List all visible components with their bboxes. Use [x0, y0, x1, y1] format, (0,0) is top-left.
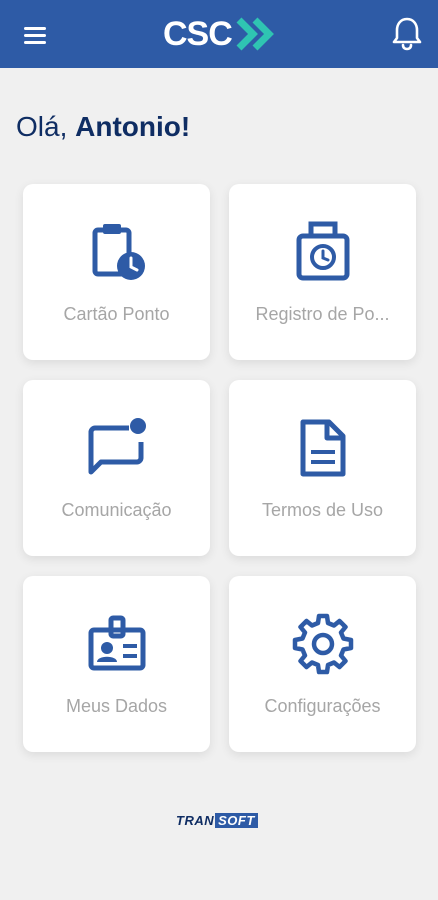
- transoft-logo-part2: SOFT: [215, 812, 258, 828]
- user-name: Antonio!: [75, 111, 191, 142]
- menu-card-termos-de-uso[interactable]: Termos de Uso: [229, 380, 416, 556]
- transoft-logo: TRAN SOFT: [176, 812, 258, 828]
- id-badge-icon: [88, 615, 145, 671]
- greeting-prefix: Olá,: [16, 111, 76, 142]
- menu-card-comunicacao[interactable]: Comunicação: [23, 380, 210, 556]
- menu-card-label: Configurações: [264, 696, 381, 716]
- bell-icon[interactable]: [390, 15, 424, 51]
- clipboard-clock-icon: [92, 224, 145, 280]
- hamburger-menu-icon[interactable]: [18, 22, 52, 48]
- menu-card-label: Meus Dados: [65, 696, 168, 716]
- logo-text: CSC: [163, 15, 233, 53]
- menu-card-label: Registro de Po...: [255, 304, 390, 324]
- time-clock-icon: [296, 221, 349, 281]
- message-notification-icon: [88, 418, 146, 475]
- transoft-logo-part1: TRAN: [176, 812, 215, 828]
- menu-card-label: Termos de Uso: [261, 500, 384, 520]
- greeting-text: Olá, Antonio!: [16, 111, 190, 143]
- menu-card-meus-dados[interactable]: Meus Dados: [23, 576, 210, 752]
- menu-card-cartao-ponto[interactable]: Cartão Ponto: [23, 184, 210, 360]
- double-chevron-icon: [236, 17, 274, 51]
- menu-card-label: Comunicação: [61, 500, 172, 520]
- menu-card-registro-de-ponto[interactable]: Registro de Po...: [229, 184, 416, 360]
- app-logo: CSC: [163, 14, 283, 54]
- menu-card-configuracoes[interactable]: Configurações: [229, 576, 416, 752]
- menu-card-label: Cartão Ponto: [63, 304, 170, 324]
- document-icon: [300, 419, 345, 477]
- gear-icon: [292, 613, 353, 675]
- top-app-bar: CSC: [0, 0, 438, 68]
